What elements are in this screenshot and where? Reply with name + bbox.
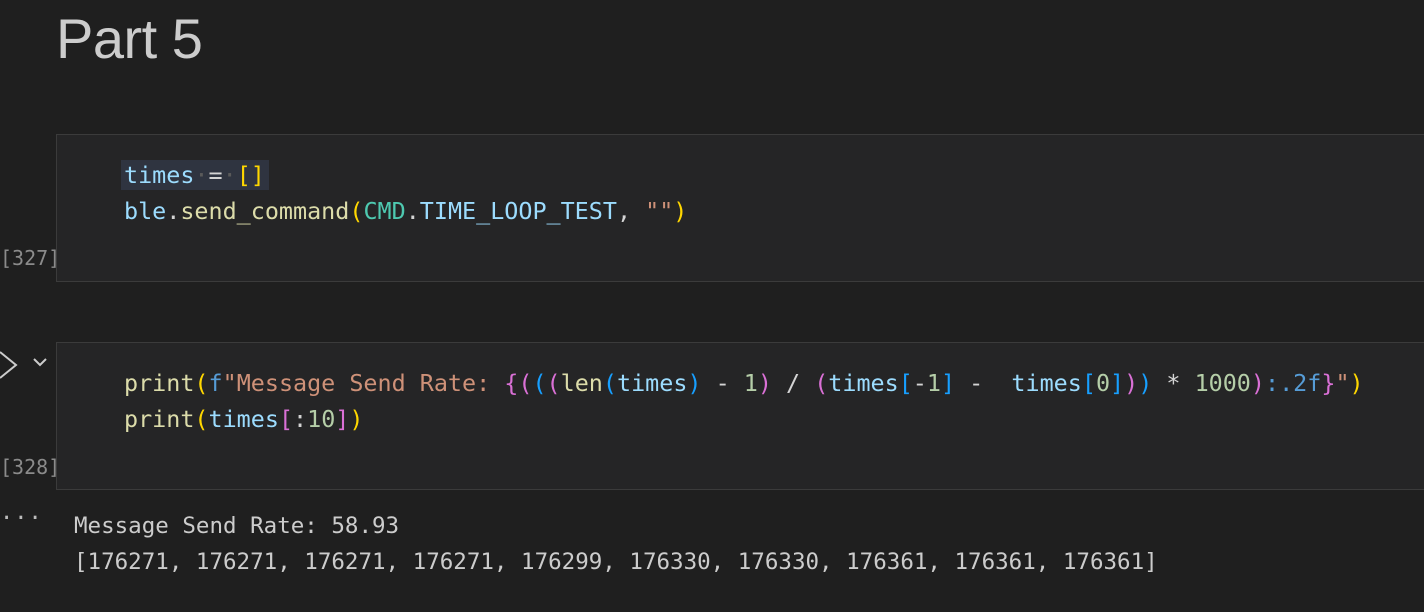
code-line-1[interactable]: times·=·[] [124,157,265,193]
chevron-down-icon[interactable] [32,356,48,368]
execution-count: [327] [0,246,61,270]
code-line-4[interactable]: print(times[:10]) [124,401,363,437]
execution-count: [328] [0,455,61,479]
code-line-2[interactable]: ble.send_command(CMD.TIME_LOOP_TEST, "") [124,193,687,229]
markdown-heading: Part 5 [56,7,203,70]
output-line-2: [176271, 176271, 176271, 176271, 176299,… [74,549,1158,575]
output-line-1: Message Send Rate: 58.93 [74,513,400,539]
ellipsis-icon[interactable]: ··· [0,506,43,531]
code-line-3[interactable]: print(f"Message Send Rate: {(((len(times… [124,365,1364,401]
run-icon[interactable] [0,350,20,380]
